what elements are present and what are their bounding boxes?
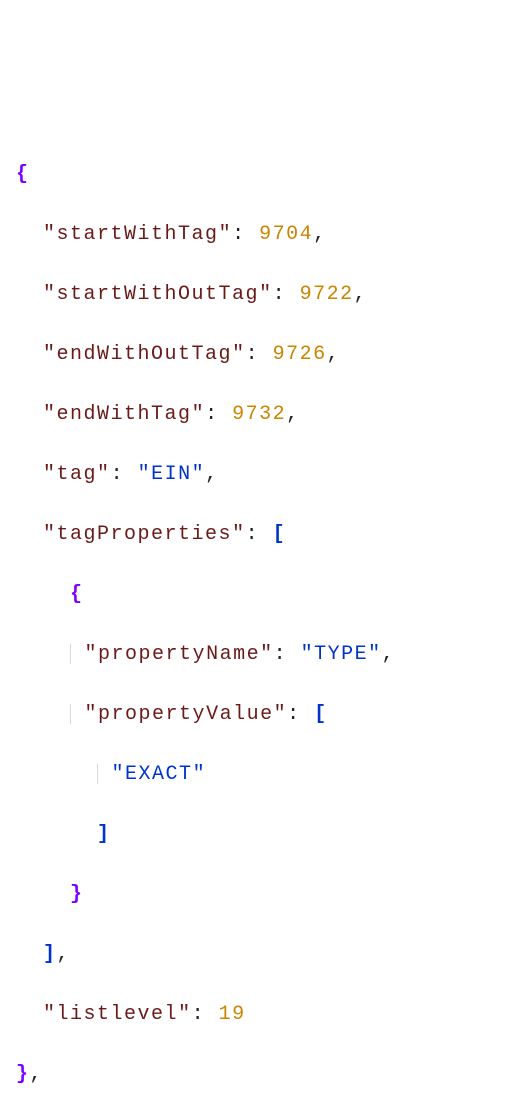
- key-listlevel: listlevel: [57, 1003, 179, 1026]
- indent-guide: [70, 644, 71, 664]
- bracket-close-inner: ]: [97, 823, 111, 846]
- line-inner-open-brace: {: [16, 580, 508, 610]
- key-startWithTag: startWithTag: [57, 223, 219, 246]
- key-tagProperties: tagProperties: [57, 523, 233, 546]
- line-startWithOutTag: "startWithOutTag": 9722,: [16, 280, 508, 310]
- val-startWithOutTag: 9722: [300, 283, 354, 306]
- val-propertyName: TYPE: [314, 643, 368, 666]
- line-propertyName: "propertyName": "TYPE",: [16, 640, 508, 670]
- val-startWithTag: 9704: [259, 223, 313, 246]
- key-tag: tag: [57, 463, 98, 486]
- val-endWithTag: 9732: [232, 403, 286, 426]
- line-tagProperties: "tagProperties": [: [16, 520, 508, 550]
- indent-guide: [97, 764, 98, 784]
- line-exact: "EXACT": [16, 760, 508, 790]
- brace-close: }: [16, 1063, 30, 1086]
- bracket-open-inner: [: [314, 703, 328, 726]
- brace-close-inner: }: [70, 883, 84, 906]
- brace-open: {: [16, 163, 30, 186]
- val-listlevel: 19: [219, 1003, 246, 1026]
- line-close-bracket: ],: [16, 940, 508, 970]
- val-tag: EIN: [151, 463, 192, 486]
- key-propertyName: propertyName: [98, 643, 260, 666]
- line-startWithTag: "startWithTag": 9704,: [16, 220, 508, 250]
- line-tag: "tag": "EIN",: [16, 460, 508, 490]
- line-close-brace: },: [16, 1060, 508, 1090]
- indent-guide: [70, 704, 71, 724]
- line-close-brace-inner: }: [16, 880, 508, 910]
- val-endWithOutTag: 9726: [273, 343, 327, 366]
- line-close-bracket-inner: ]: [16, 820, 508, 850]
- key-endWithTag: endWithTag: [57, 403, 192, 426]
- key-startWithOutTag: startWithOutTag: [57, 283, 260, 306]
- line-listlevel: "listlevel": 19: [16, 1000, 508, 1030]
- key-endWithOutTag: endWithOutTag: [57, 343, 233, 366]
- line-propertyValue: "propertyValue": [: [16, 700, 508, 730]
- bracket-close: ]: [43, 943, 57, 966]
- line-open-brace: {: [16, 160, 508, 190]
- line-endWithOutTag: "endWithOutTag": 9726,: [16, 340, 508, 370]
- key-propertyValue: propertyValue: [98, 703, 274, 726]
- json-code-block: { "startWithTag": 9704, "startWithOutTag…: [16, 130, 508, 1100]
- line-endWithTag: "endWithTag": 9732,: [16, 400, 508, 430]
- val-exact: EXACT: [125, 763, 193, 786]
- brace-open-inner: {: [70, 583, 84, 606]
- bracket-open: [: [273, 523, 287, 546]
